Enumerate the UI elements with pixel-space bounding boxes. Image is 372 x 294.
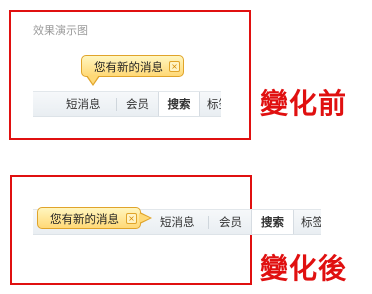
caption-after: 變化後 [260, 252, 348, 285]
tab-short-message[interactable]: 短消息 [66, 92, 101, 116]
before-notification-bubble[interactable]: 您有新的消息 × [81, 55, 184, 77]
bubble-tail-fill [139, 213, 150, 223]
close-icon[interactable]: × [126, 213, 137, 224]
demo-title: 效果演示图 [33, 24, 88, 37]
bubble-text: 您有新的消息 [50, 212, 119, 226]
tab-separator [208, 216, 209, 229]
before-navbar: 短消息 会员 搜索 标签 [33, 91, 221, 117]
caption-before: 變化前 [260, 87, 348, 120]
tab-separator [116, 98, 117, 111]
tab-tags[interactable]: 标签 [207, 92, 221, 116]
tab-search[interactable]: 搜索 [158, 92, 200, 116]
close-icon[interactable]: × [169, 61, 180, 72]
bubble-tail-fill [87, 75, 99, 84]
bubble-text: 您有新的消息 [94, 60, 163, 74]
after-notification-bubble[interactable]: 您有新的消息 × [37, 207, 141, 229]
tab-members[interactable]: 会员 [126, 92, 149, 116]
tab-short-message[interactable]: 短消息 [160, 210, 195, 234]
tab-tags[interactable]: 标签 [301, 210, 321, 234]
tab-search[interactable]: 搜索 [251, 210, 294, 234]
tab-members[interactable]: 会员 [219, 210, 242, 234]
